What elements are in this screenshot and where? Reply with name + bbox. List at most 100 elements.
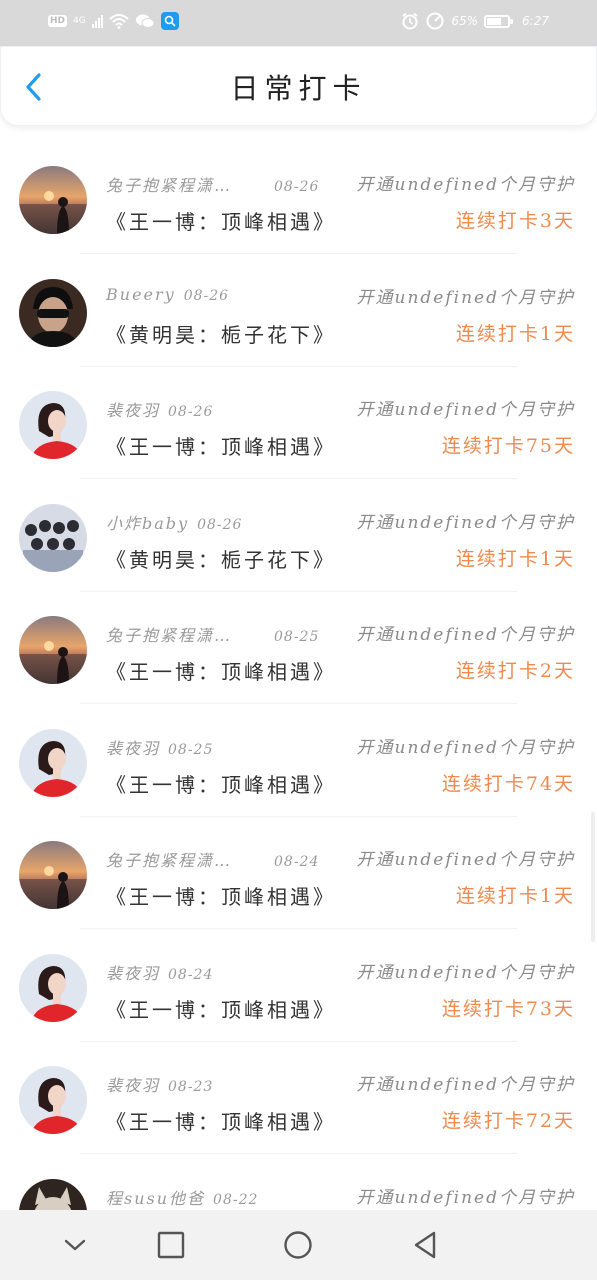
streak-label: 连续打卡3天 [455, 210, 575, 232]
checkin-list[interactable]: 兔子抱紧程潇… 08-26 《王一博：顶峰相遇》 开通undefined个月守护 连续打… [0, 126, 597, 1210]
avatar[interactable] [19, 1178, 87, 1210]
user-name[interactable]: Bueery [106, 285, 176, 304]
item-meta: Bueery 08-26 [106, 285, 229, 304]
checkin-item[interactable]: 兔子抱紧程潇… 08-26 《王一博：顶峰相遇》 开通undefined个月守护连续打… [0, 142, 597, 254]
speed-icon [426, 12, 444, 30]
user-name[interactable]: 裴夜羽 [106, 397, 160, 421]
checkin-item[interactable]: Bueery 08-26 《黄明昊：栀子花下》 开通undefined个月守护连续打卡… [0, 255, 597, 367]
checkin-item[interactable]: 裴夜羽 08-23 《王一博：顶峰相遇》 开通undefined个月守护连续打卡72天 [0, 1042, 597, 1154]
avatar[interactable] [19, 728, 87, 797]
status-right: 65% 6:27 [401, 12, 549, 30]
user-name[interactable]: 兔子抱紧程潇… [106, 847, 232, 871]
checkin-date: 08-24 [168, 966, 214, 983]
guard-status: 开通undefined个月守护 [356, 400, 575, 420]
user-name[interactable]: 小炸baby [106, 510, 189, 534]
streak-label: 连续打卡2天 [455, 660, 575, 682]
item-meta: 裴夜羽 08-26 [106, 397, 213, 421]
wifi-icon [109, 14, 129, 29]
book-title[interactable]: 《王一博：顶峰相遇》 [106, 881, 336, 910]
avatar[interactable] [19, 953, 87, 1022]
book-title[interactable]: 《王一博：顶峰相遇》 [106, 206, 336, 235]
streak-label: 连续打卡1天 [455, 547, 575, 570]
signal-icon [91, 14, 103, 28]
status-left: HD 4G [48, 12, 179, 30]
user-name[interactable]: 裴夜羽 [106, 735, 160, 759]
battery-percent: 65% [451, 14, 479, 28]
streak-label: 连续打卡75天 [441, 435, 575, 457]
wechat-icon [135, 14, 155, 28]
book-title[interactable]: 《王一博：顶峰相遇》 [106, 431, 336, 460]
checkin-date: 08-26 [168, 404, 214, 420]
checkin-item[interactable]: 程susu他爸 08-22 开通undefined个月守护 [0, 1155, 597, 1210]
page-header: 日常打卡 [0, 46, 597, 126]
avatar[interactable] [19, 503, 87, 572]
guard-status: 开通undefined个月守护 [356, 175, 575, 195]
streak-label: 连续打卡1天 [455, 322, 575, 345]
guard-status: 开通undefined个月守护 [356, 850, 575, 870]
user-name[interactable]: 裴夜羽 [106, 1072, 160, 1096]
item-meta: 裴夜羽 08-24 [106, 960, 213, 984]
guard-status: 开通undefined个月守护 [356, 1075, 575, 1095]
checkin-item[interactable]: 小炸baby 08-26 《黄明昊：栀子花下》 开通undefined个月守护连续打卡… [0, 480, 597, 592]
user-name[interactable]: 裴夜羽 [106, 960, 160, 984]
checkin-date: 08-24 [274, 854, 320, 870]
checkin-date: 08-25 [274, 629, 320, 645]
nav-down-icon [64, 1239, 86, 1251]
page-title: 日常打卡 [230, 72, 367, 105]
avatar[interactable] [19, 391, 87, 459]
search-app-icon [160, 12, 179, 30]
avatar[interactable] [19, 166, 87, 234]
item-meta: 裴夜羽 08-23 [106, 1072, 213, 1096]
checkin-item[interactable]: 兔子抱紧程潇… 08-24 《王一博：顶峰相遇》 开通undefined个月守护 连续打… [0, 817, 597, 929]
avatar[interactable] [19, 1066, 87, 1134]
item-meta: 兔子抱紧程潇… 08-25 [106, 622, 319, 646]
checkin-date: 08-26 [274, 179, 320, 195]
book-title[interactable]: 《王一博：顶峰相遇》 [106, 656, 336, 685]
book-title[interactable]: 《王一博：顶峰相遇》 [106, 994, 336, 1023]
recent-apps-button[interactable] [154, 1228, 188, 1262]
recent-apps-icon [157, 1231, 185, 1259]
checkin-date: 08-22 [213, 1191, 259, 1208]
home-button[interactable] [281, 1228, 315, 1262]
item-meta: 程susu他爸 08-22 [106, 1185, 258, 1209]
checkin-item[interactable]: 裴夜羽 08-24 《王一博：顶峰相遇》 开通undefined个月守护 连续打卡73天 [0, 930, 597, 1042]
item-meta: 兔子抱紧程潇… 08-24 [106, 847, 319, 871]
nav-down-button[interactable] [58, 1228, 92, 1262]
guard-status: 开通undefined个月守护 [356, 287, 575, 308]
guard-status: 开通undefined个月守护 [356, 1187, 575, 1208]
avatar[interactable] [19, 616, 87, 684]
alarm-icon [402, 12, 419, 30]
book-title[interactable]: 《黄明昊：栀子花下》 [106, 319, 336, 348]
checkin-date: 08-23 [168, 1079, 214, 1095]
item-meta: 裴夜羽 08-25 [106, 735, 213, 759]
checkin-date: 08-26 [197, 516, 243, 533]
navigation-bar [0, 1210, 597, 1280]
system-back-button[interactable] [408, 1228, 442, 1262]
back-triangle-icon [414, 1231, 436, 1259]
user-name[interactable]: 程susu他爸 [106, 1185, 205, 1209]
checkin-item[interactable]: 裴夜羽 08-26 《王一博：顶峰相遇》 开通undefined个月守护连续打卡75天 [0, 367, 597, 479]
book-title[interactable]: 《黄明昊：栀子花下》 [106, 544, 336, 573]
avatar[interactable] [19, 278, 87, 347]
checkin-item[interactable]: 裴夜羽 08-25 《王一博：顶峰相遇》 开通undefined个月守护 连续打卡74天 [0, 705, 597, 817]
guard-status: 开通undefined个月守护 [356, 512, 575, 533]
checkin-item[interactable]: 兔子抱紧程潇… 08-25 《王一博：顶峰相遇》 开通undefined个月守护连续打… [0, 592, 597, 704]
scrollbar[interactable] [591, 812, 595, 942]
guard-status: 开通undefined个月守护 [356, 625, 575, 645]
streak-label: 连续打卡73天 [441, 997, 575, 1020]
book-title[interactable]: 《王一博：顶峰相遇》 [106, 769, 336, 798]
item-meta: 兔子抱紧程潇… 08-26 [106, 172, 319, 196]
status-bar: HD 4G 65% 6:27 [0, 0, 597, 46]
guard-status: 开通undefined个月守护 [356, 737, 575, 758]
hd-badge: HD [48, 15, 68, 27]
checkin-date: 08-25 [168, 741, 214, 758]
battery-icon [484, 14, 514, 28]
battery-level [487, 17, 502, 25]
item-meta: 小炸baby 08-26 [106, 510, 242, 534]
book-title[interactable]: 《王一博：顶峰相遇》 [106, 1106, 336, 1135]
avatar[interactable] [19, 841, 87, 909]
user-name[interactable]: 兔子抱紧程潇… [106, 622, 232, 646]
user-name[interactable]: 兔子抱紧程潇… [106, 172, 232, 196]
home-icon [284, 1231, 312, 1259]
streak-label: 连续打卡72天 [441, 1110, 575, 1132]
